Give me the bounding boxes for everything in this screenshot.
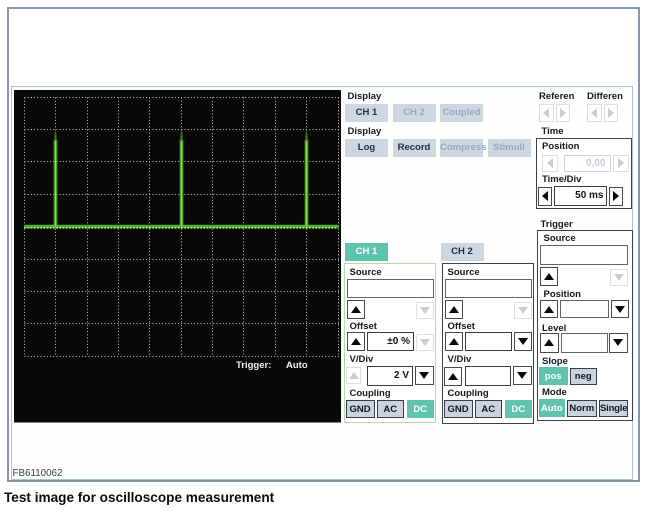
svg-text:Auto: Auto bbox=[286, 360, 308, 371]
svg-text:Trigger:: Trigger: bbox=[236, 360, 271, 371]
